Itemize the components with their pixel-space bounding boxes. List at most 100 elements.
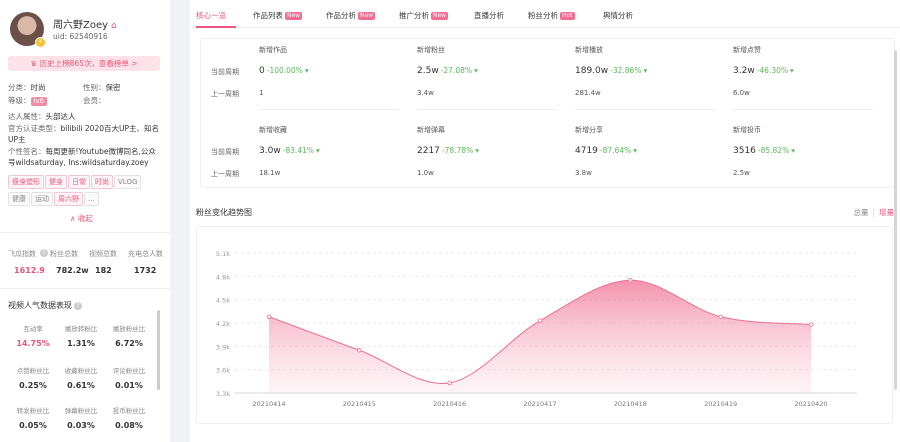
tag-item[interactable]: VLOG (114, 175, 142, 189)
tab-badge: Hot (560, 12, 575, 20)
metric-previous: 1.0w (417, 169, 434, 177)
metric-value: 189.0w -32.86% ▾ (575, 66, 647, 76)
metric-current: 3516 (733, 146, 756, 156)
metric-title: 新增粉丝 (417, 46, 445, 54)
down-arrow-icon: ▾ (304, 66, 309, 75)
metric-title: 新增分享 (575, 126, 603, 134)
popularity-value: 6.72% (115, 339, 143, 348)
level-badge: lv6 (30, 97, 48, 106)
popularity-value: 0.61% (67, 381, 95, 390)
popularity-value: 14.75% (16, 339, 50, 348)
popularity-label: 播放转粉比 (64, 325, 98, 333)
category-row: 分类：时尚 (8, 82, 46, 93)
home-icon[interactable]: ⌂ (111, 21, 117, 31)
tag-item[interactable]: 瘦身塑形 (8, 175, 44, 189)
stat-label: 飞瓜指数 (8, 250, 36, 258)
sign-label: 个性签名： (8, 147, 46, 156)
core-metrics-card: 当前周期 上一周期 新增作品 0 -100.00% ▾ 1 新增粉丝 2.5w -27.08% ▾ 3… (200, 38, 895, 188)
attr-value: 头部达人 (45, 112, 76, 121)
x-tick-label: 20210420 (794, 400, 827, 408)
rank-history-text: 历史上榜865次，查看榜单 > (39, 59, 138, 68)
tag-list: 瘦身塑形 健身 日常 时尚 VLOG 健康 运动 周六野... (8, 175, 164, 209)
metric-current: 2.5w (417, 66, 439, 76)
left-scrollbar[interactable] (157, 310, 160, 390)
metric-title: 新增弹幕 (417, 126, 445, 134)
tab-badge: New (358, 12, 376, 20)
y-tick-label: 3.3k (216, 390, 230, 398)
toggle-total[interactable]: 总量 (853, 208, 868, 217)
metric-title: 新增点赞 (733, 46, 761, 54)
tab-label: 粉丝分析 (528, 11, 558, 20)
help-icon[interactable]: ? (74, 302, 82, 310)
divider (0, 288, 170, 289)
stat-label: 粉丝总数 (50, 250, 78, 258)
popularity-value: 1.31% (67, 339, 95, 348)
period-label: 当前周期 (211, 148, 239, 156)
tab-badge: New (431, 12, 449, 20)
member-label: 会员： (83, 96, 106, 105)
tab-item[interactable]: 推广分析 New (399, 10, 449, 21)
tag-item[interactable]: 健康 (8, 192, 30, 206)
metric-value: 2217 -78.78% ▾ (417, 146, 479, 156)
crown-icon: ♛ (30, 59, 40, 68)
tab-item[interactable]: 核心一览 (196, 10, 226, 21)
tab-bar: 核心一览 作品列表 New 作品分析 New 推广分析 New 直播分析 粉丝分析 Hot 舆情分析 (190, 0, 900, 28)
help-icon[interactable]: ? (40, 249, 48, 257)
toggle-separator: | (872, 208, 875, 217)
stat-value: 1732 (134, 266, 157, 275)
level-label: 等级： (8, 96, 31, 105)
data-point (266, 314, 272, 319)
tag-item[interactable]: 运动 (31, 192, 53, 206)
metric-change: -85.82% (757, 146, 790, 155)
user-id: uid: 62540916 (53, 32, 108, 41)
tag-item[interactable]: 时尚 (91, 175, 113, 189)
popularity-label: 点赞粉丝比 (16, 367, 50, 375)
metric-divider (259, 109, 399, 110)
tag-item[interactable]: 日常 (68, 175, 90, 189)
metric-change: -83.41% (282, 146, 314, 155)
gender-row: 性别：保密 (83, 82, 121, 93)
metric-current: 2217 (417, 146, 440, 156)
popularity-label: 弹幕粉丝比 (64, 407, 98, 415)
collapse-button[interactable]: ∧ 收起 (70, 213, 93, 224)
tab-item[interactable]: 作品列表 New (253, 10, 303, 21)
tab-label: 推广分析 (399, 11, 429, 20)
rank-history-button[interactable]: ♛ 历史上榜865次，查看榜单 > (8, 56, 160, 71)
down-arrow-icon: ▾ (475, 146, 479, 155)
y-tick-label: 3.9k (216, 343, 230, 351)
toggle-increment[interactable]: 增量 (879, 208, 894, 217)
metric-title: 新增作品 (259, 46, 287, 54)
down-arrow-icon: ▾ (316, 146, 320, 155)
popularity-title: 视频人气数据表现? (8, 300, 82, 311)
y-tick-label: 4.2k (216, 320, 230, 328)
cert-label: 官方认证类型： (8, 124, 61, 133)
metric-title: 新增收藏 (259, 126, 287, 134)
tab-item[interactable]: 舆情分析 (603, 10, 633, 21)
stat-value: 182 (95, 266, 112, 275)
popularity-label: 收藏粉丝比 (64, 367, 98, 375)
x-tick-label: 20210419 (704, 400, 737, 408)
avatar[interactable]: ⚡ (10, 12, 46, 48)
metric-previous: 3.8w (575, 169, 592, 177)
metric-previous: 3.4w (417, 89, 434, 97)
popularity-value: 0.08% (115, 421, 143, 430)
stat-label: 充电总人数 (128, 250, 163, 258)
metric-previous: 18.1w (259, 169, 281, 177)
popularity-label: 评论粉丝比 (112, 367, 146, 375)
tag-item[interactable]: 周六野 (54, 192, 83, 206)
right-scrollbar[interactable] (894, 50, 897, 390)
tab-item[interactable]: 粉丝分析 Hot (528, 10, 575, 21)
tab-item[interactable]: 直播分析 (474, 10, 504, 21)
tab-label: 作品列表 (253, 11, 283, 20)
metric-value: 3516 -85.82% ▾ (733, 146, 795, 156)
metric-title: 新增投币 (733, 126, 761, 134)
user-name: 周六野Zoey ⌂ (53, 16, 117, 31)
tab-item[interactable]: 作品分析 New (326, 10, 376, 21)
tag-item[interactable]: 健身 (45, 175, 67, 189)
period-label: 上一周期 (211, 170, 239, 178)
tag-item[interactable]: ... (84, 192, 99, 206)
metric-divider (733, 109, 873, 110)
metric-change: -32.86% (610, 66, 642, 75)
popularity-value: 0.25% (19, 381, 47, 390)
metric-value: 3.2w -46.30% ▾ (733, 66, 794, 76)
